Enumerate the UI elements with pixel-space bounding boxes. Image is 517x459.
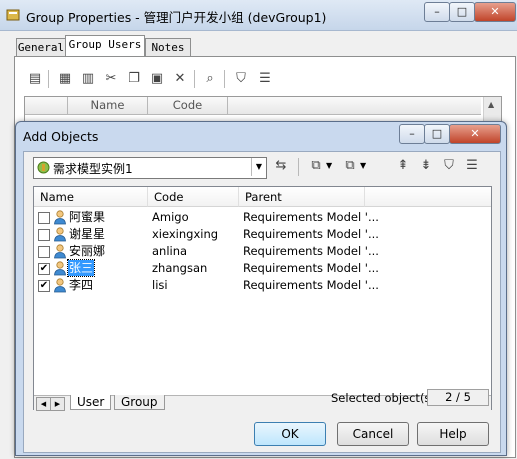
find-icon[interactable]: ⌕ [201,70,219,88]
scroll-up-icon[interactable]: ▲ [488,100,494,109]
dialog-titlebar: Add Objects – □ ✕ [16,122,506,150]
row-checkbox[interactable]: ✔ [38,280,50,292]
row-code: Amigo [152,210,189,224]
copy-icon[interactable]: ❐ [125,70,143,88]
list-item[interactable]: ✔ 张三 zhangsan Requirements Model '... [34,259,491,277]
row-checkbox[interactable] [38,229,50,241]
user-icon [54,227,66,242]
tab-group-users[interactable]: Group Users [65,35,145,58]
dialog-title: Add Objects [23,129,99,144]
scroll-right-icon[interactable]: ▶ [50,397,65,411]
column-header-name[interactable]: Name [68,97,148,115]
tab-notes[interactable]: Notes [145,38,191,57]
toolbar-separator [194,70,195,88]
tab-user[interactable]: User [70,395,112,410]
row-parent: Requirements Model '... [243,261,379,275]
window-title: Group Properties - 管理门户开发小组 (devGroup1) [26,10,327,25]
row-code: lisi [152,278,168,292]
help-button[interactable]: Help [417,422,489,446]
tab-general[interactable]: General [16,38,66,57]
properties-icon[interactable]: ▤ [26,70,44,88]
user-icon [54,278,66,293]
dialog-maximize-button[interactable]: □ [424,124,450,144]
row-header [25,97,68,115]
list-item[interactable]: 谢星星 xiexingxing Requirements Model '... [34,226,491,243]
row-name: 安丽娜 [69,244,106,258]
scroll-left-icon[interactable]: ◀ [36,397,51,411]
column-header-parent[interactable]: Parent [239,187,365,207]
row-name: 李四 [69,278,94,292]
paste-icon[interactable]: ▣ [148,70,166,88]
row-checkbox[interactable]: ✔ [38,263,50,275]
row-parent: Requirements Model '... [243,244,379,258]
chevron-down-icon[interactable]: ▼ [326,161,332,170]
select-all-icon[interactable]: ⇞ [394,157,412,175]
user-icon [54,210,66,225]
list-item[interactable]: 安丽娜 anlina Requirements Model '... [34,243,491,260]
column-header-empty [365,187,491,207]
chevron-down-icon[interactable]: ▼ [360,161,366,170]
customize-columns-icon[interactable]: ☰ [256,70,274,88]
minimize-button[interactable]: – [424,2,450,22]
column-header-code[interactable]: Code [148,187,239,207]
column-header-code[interactable]: Code [148,97,228,115]
row-parent: Requirements Model '... [243,227,379,241]
dropdown-arrow-icon[interactable]: ▼ [251,158,266,176]
selected-count-value: 2 / 5 [427,389,489,406]
model-select[interactable]: 需求模型实例1 ▼ [33,157,267,179]
column-header-name[interactable]: Name [34,187,148,207]
row-parent: Requirements Model '... [243,278,379,292]
dialog-minimize-button[interactable]: – [399,124,425,144]
include-composite-icon[interactable]: ⧉ [307,157,325,175]
maximize-button[interactable]: □ [449,2,475,22]
object-list[interactable]: Name Code Parent 阿蜜果 Amigo Requirements Mo… [33,186,492,411]
add-objects-dialog: Add Objects – □ ✕ 需求模型实例1 ▼ ⇆ ⧉ ▼ ⧉ ▼ ⇞ … [15,121,507,456]
dialog-close-button[interactable]: ✕ [449,124,501,144]
selected-count-label: Selected object(s): [331,391,439,405]
model-icon [37,161,50,174]
list-item[interactable]: ✔ 李四 lisi Requirements Model '... [34,277,491,294]
filter-icon[interactable]: ⛉ [232,70,250,88]
row-parent: Requirements Model '... [243,210,379,224]
ok-button[interactable]: OK [254,422,326,446]
cut-icon[interactable]: ✂ [102,70,120,88]
row-code: xiexingxing [152,227,219,241]
row-name: 谢星星 [69,227,106,241]
row-checkbox[interactable] [38,246,50,258]
list-item[interactable]: 阿蜜果 Amigo Requirements Model '... [34,209,491,226]
tab-group[interactable]: Group [114,395,165,410]
row-name: 张三 [66,259,96,277]
close-button[interactable]: ✕ [474,2,516,22]
delete-icon[interactable]: ✕ [171,70,189,88]
customize-columns-icon[interactable]: ☰ [463,157,481,175]
window-titlebar: Group Properties - 管理门户开发小组 (devGroup1) … [0,0,517,31]
user-icon [54,261,66,276]
user-icon [54,244,66,259]
row-code: zhangsan [152,261,208,275]
add-objects-icon[interactable]: ▦ [56,70,74,88]
add-row-icon[interactable]: ▥ [79,70,97,88]
toolbar-separator [224,70,225,88]
browse-icon[interactable]: ⇆ [272,157,290,175]
dialog-body: 需求模型实例1 ▼ ⇆ ⧉ ▼ ⧉ ▼ ⇞ ⇟ ⛉ ☰ Name Code Pa… [23,151,501,453]
filter-icon[interactable]: ⛉ [440,157,458,175]
include-shortcuts-icon[interactable]: ⧉ [341,157,359,175]
cancel-button[interactable]: Cancel [337,422,409,446]
row-name: 阿蜜果 [69,210,106,224]
app-icon [6,9,20,21]
column-header-empty [228,97,481,115]
toolbar-separator [48,70,49,88]
toolbar-separator [298,158,299,176]
row-checkbox[interactable] [38,212,50,224]
row-code: anlina [152,244,188,258]
model-select-value: 需求模型实例1 [53,162,133,176]
deselect-all-icon[interactable]: ⇟ [417,157,435,175]
